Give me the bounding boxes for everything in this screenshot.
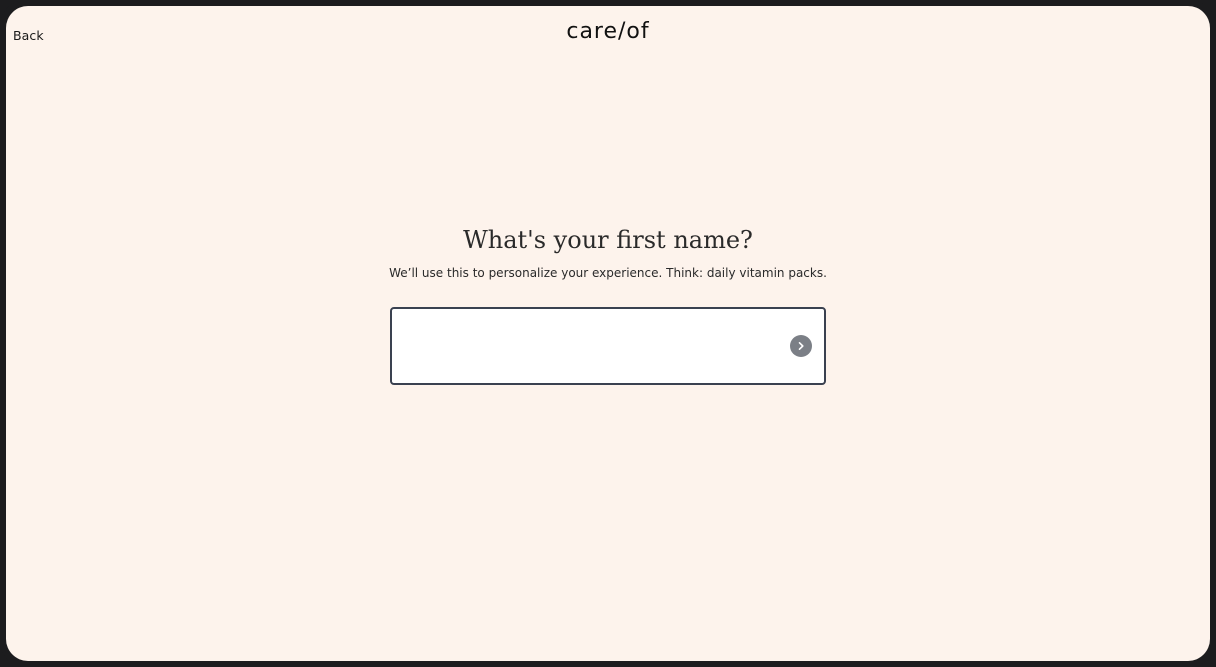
first-name-input[interactable]	[404, 309, 778, 385]
chevron-right-icon	[798, 342, 804, 350]
submit-button[interactable]	[790, 335, 812, 357]
device-frame: Back care/of What's your first name? We’…	[0, 0, 1216, 667]
brand-logo: care/of	[566, 19, 650, 44]
first-name-field-container	[390, 307, 826, 385]
question-section: What's your first name? We’ll use this t…	[6, 224, 1210, 281]
app-screen: Back care/of What's your first name? We’…	[6, 6, 1210, 661]
question-subtitle: We’ll use this to personalize your exper…	[389, 266, 827, 280]
question-title: What's your first name?	[463, 226, 753, 254]
